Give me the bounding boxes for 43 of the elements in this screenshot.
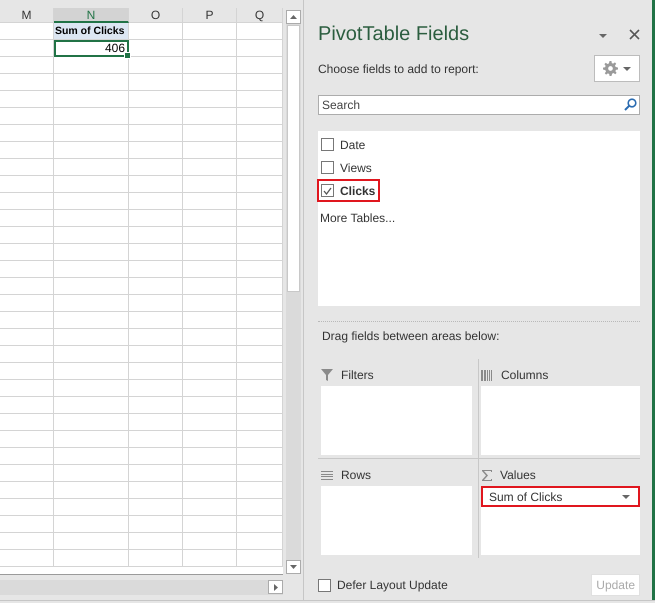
field-item[interactable]: Clicks	[317, 179, 380, 202]
caret-icon	[622, 494, 630, 498]
column-header[interactable]: Q	[237, 8, 283, 23]
close-icon[interactable]	[629, 28, 640, 40]
pivot-header-cell[interactable]: Sum of Clicks	[54, 23, 129, 40]
columns-icon	[481, 370, 493, 380]
scroll-down-button[interactable]	[286, 560, 301, 574]
right-arrow-icon	[274, 584, 278, 590]
checkbox[interactable]	[321, 184, 334, 197]
search-icon	[624, 98, 637, 111]
checkbox[interactable]	[321, 138, 334, 151]
panel-title: PivotTable Fields	[318, 22, 470, 46]
scroll-right-button[interactable]	[268, 580, 283, 594]
column-header[interactable]: O	[129, 8, 183, 23]
settings-button[interactable]	[594, 55, 640, 82]
area-label: Filters	[341, 368, 374, 382]
scrollbar-thumb[interactable]	[287, 25, 300, 292]
table-cell[interactable]: 406	[54, 40, 129, 57]
drop-area[interactable]: Sum of Clicks	[481, 486, 640, 555]
area-label: Columns	[501, 368, 548, 382]
rows-icon	[321, 470, 333, 480]
area-label: Values	[500, 468, 536, 482]
instruction-text: Choose fields to add to report:	[318, 62, 479, 76]
sigma-icon	[481, 470, 492, 480]
areas-hint: Drag fields between areas below:	[322, 329, 500, 343]
down-arrow-icon	[290, 565, 297, 569]
checkbox[interactable]	[321, 161, 334, 174]
field-item[interactable]: Views	[317, 156, 377, 179]
more-tables-link[interactable]: More Tables...	[320, 211, 396, 225]
defer-checkbox[interactable]: Defer Layout Update	[318, 578, 448, 592]
up-arrow-icon	[290, 15, 297, 19]
caret-icon	[623, 66, 631, 70]
filter-icon	[321, 369, 333, 381]
field-item[interactable]: Date	[317, 133, 370, 156]
dropdown-caret-icon	[599, 34, 607, 38]
gear-icon	[603, 61, 618, 76]
value-field-item[interactable]: Sum of Clicks	[481, 486, 640, 507]
area-label: Rows	[341, 468, 372, 482]
checkbox[interactable]	[318, 578, 331, 592]
column-header[interactable]: P	[183, 8, 237, 23]
scroll-up-button[interactable]	[286, 10, 301, 24]
search-field[interactable]: Search	[318, 95, 640, 115]
column-header[interactable]: M	[0, 8, 54, 23]
